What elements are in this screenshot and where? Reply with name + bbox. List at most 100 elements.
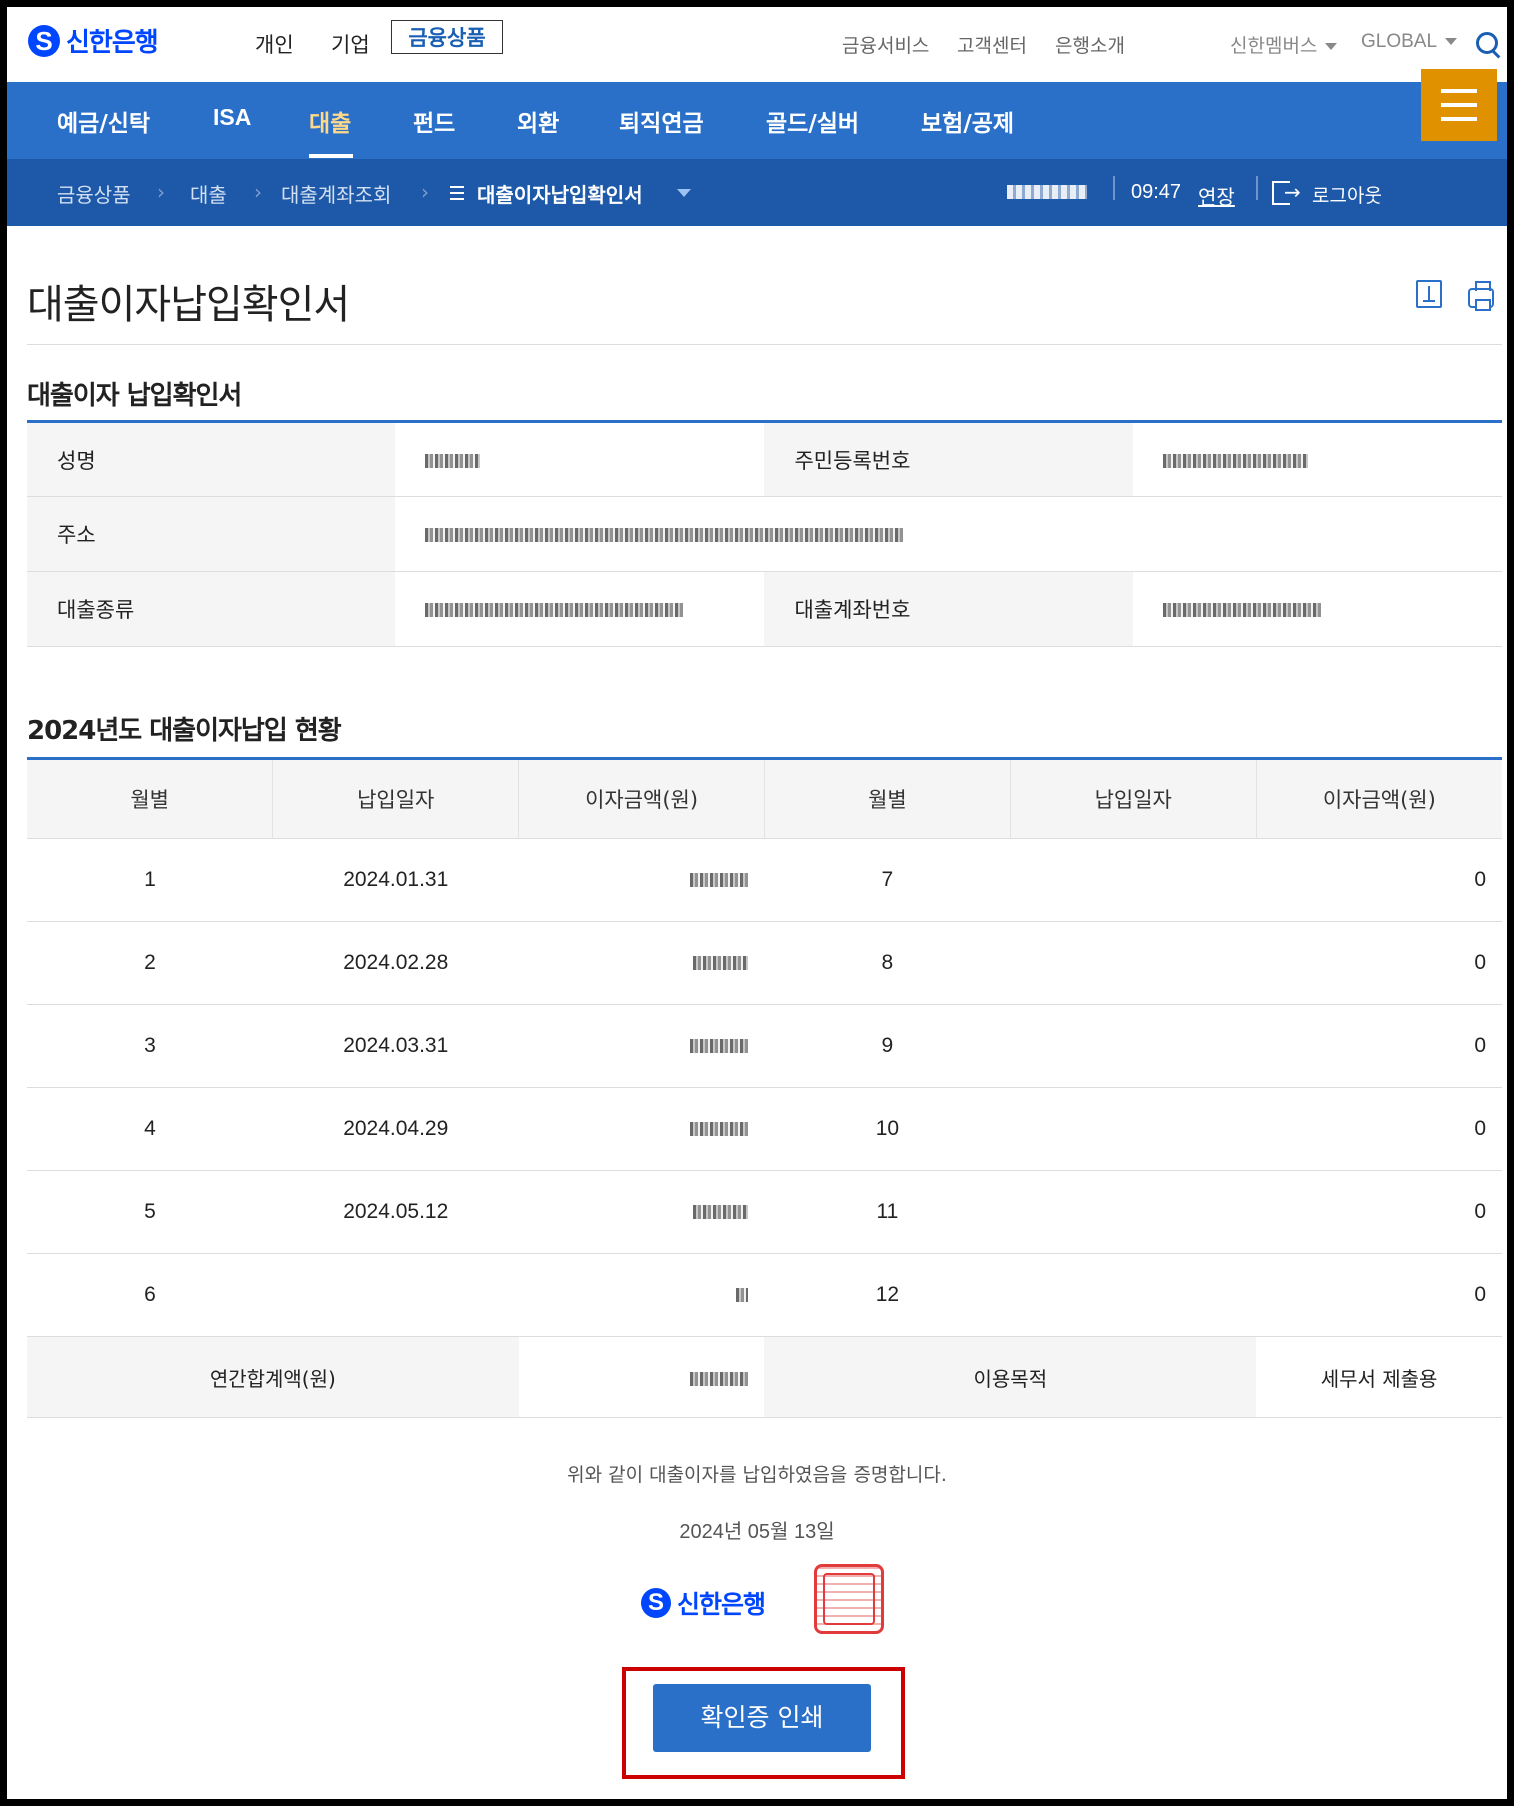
month-cell: 2 — [27, 921, 273, 1005]
loan-account-value — [1132, 571, 1502, 647]
print-certificate-button[interactable]: 확인증 인쇄 — [653, 1684, 871, 1752]
global-label: GLOBAL — [1361, 31, 1438, 52]
chevron-down-icon[interactable] — [677, 189, 691, 197]
summary-row: 연간합계액(원) 이용목적 세무서 제출용 — [27, 1336, 1502, 1418]
table-row: 4 2024.04.29 10 0 — [27, 1087, 1502, 1171]
main-nav: 예금/신탁 ISA 대출 펀드 외환 퇴직연금 골드/실버 보험/공제 — [7, 82, 1507, 159]
brand-name: 신한은행 — [66, 28, 159, 58]
date-cell: 2024.01.31 — [272, 838, 519, 922]
logout-icon[interactable] — [1272, 180, 1301, 205]
nav-item-gold-silver[interactable]: 골드/실버 — [766, 104, 859, 138]
session-timer: 09:47 — [1131, 181, 1182, 203]
brand-logo[interactable]: S 신한은행 — [28, 22, 159, 59]
global-dropdown[interactable]: GLOBAL — [1361, 31, 1458, 53]
loan-account-label: 대출계좌번호 — [764, 571, 1133, 647]
shinhan-logo-icon: S — [28, 24, 60, 57]
column-header: 이자금액(원) — [1256, 758, 1502, 839]
nav-item-insurance[interactable]: 보험/공제 — [921, 104, 1014, 138]
print-icon[interactable] — [1468, 281, 1494, 311]
link-bank-intro[interactable]: 은행소개 — [1055, 31, 1125, 58]
tab-financial-products[interactable]: 금융상품 — [391, 20, 503, 54]
amount-cell: 0 — [1256, 921, 1502, 1005]
date-cell: 2024.04.29 — [272, 1087, 519, 1171]
amount-cell: 0 — [1256, 1087, 1502, 1171]
date-cell — [272, 1253, 519, 1337]
nav-item-loan[interactable]: 대출 — [309, 104, 351, 138]
annual-total-label: 연간합계액(원) — [27, 1336, 519, 1418]
page-title: 대출이자납입확인서 — [27, 282, 350, 328]
tab-personal[interactable]: 개인 — [255, 29, 294, 59]
info-section-title: 대출이자 납입확인서 — [27, 381, 242, 411]
nav-item-forex[interactable]: 외환 — [517, 104, 559, 138]
chevron-right-icon: › — [157, 180, 165, 204]
month-cell: 9 — [764, 1004, 1011, 1088]
breadcrumb-financial-products[interactable]: 금융상품 — [57, 179, 131, 208]
purpose-label: 이용목적 — [764, 1336, 1257, 1418]
table-row: 대출종류 대출계좌번호 — [27, 571, 1502, 647]
rrn-label: 주민등록번호 — [764, 421, 1133, 497]
purpose-value: 세무서 제출용 — [1256, 1336, 1502, 1418]
breadcrumb-current[interactable]: 대출이자납입확인서 — [477, 179, 643, 208]
name-label: 성명 — [27, 421, 396, 497]
top-bar: S 신한은행 개인 기업 금융상품 금융서비스 고객센터 은행소개 신한멤버스 … — [7, 7, 1507, 82]
column-header: 월별 — [764, 758, 1011, 839]
date-cell — [1010, 1253, 1257, 1337]
chevron-down-icon — [1325, 43, 1338, 50]
tab-corporate[interactable]: 기업 — [331, 29, 370, 59]
search-icon[interactable] — [1476, 32, 1498, 54]
amount-cell — [518, 838, 765, 922]
table-header-row: 월별 납입일자 이자금액(원) 월별 납입일자 이자금액(원) — [27, 758, 1502, 839]
link-customer-center[interactable]: 고객센터 — [957, 31, 1027, 58]
address-value — [395, 496, 1502, 572]
nav-item-pension[interactable]: 퇴직연금 — [619, 104, 704, 138]
extend-session-button[interactable]: 연장 — [1198, 181, 1235, 210]
loan-type-value — [395, 571, 765, 647]
name-value — [395, 421, 765, 497]
table-row: 3 2024.03.31 9 0 — [27, 1004, 1502, 1088]
bank-logo: S 신한은행 — [641, 1585, 766, 1621]
table-row: 성명 주민등록번호 — [27, 421, 1502, 497]
date-cell: 2024.05.12 — [272, 1170, 519, 1254]
month-cell: 5 — [27, 1170, 273, 1254]
month-cell: 4 — [27, 1087, 273, 1171]
date-cell — [1010, 1004, 1257, 1088]
month-cell: 12 — [764, 1253, 1011, 1337]
table-row: 1 2024.01.31 7 0 — [27, 838, 1502, 922]
month-cell: 3 — [27, 1004, 273, 1088]
bank-seal-stamp — [814, 1564, 884, 1634]
column-header: 이자금액(원) — [518, 758, 765, 839]
nav-item-isa[interactable]: ISA — [213, 104, 251, 131]
hamburger-menu-icon[interactable] — [1421, 69, 1497, 141]
amount-cell — [518, 1170, 765, 1254]
table-row: 주소 — [27, 496, 1502, 572]
interest-payment-table: 월별 납입일자 이자금액(원) 월별 납입일자 이자금액(원) 1 2024.0… — [27, 757, 1502, 1418]
month-cell: 7 — [764, 838, 1011, 922]
nav-item-fund[interactable]: 펀드 — [413, 104, 455, 138]
month-cell: 6 — [27, 1253, 273, 1337]
page-frame: S 신한은행 개인 기업 금융상품 금융서비스 고객센터 은행소개 신한멤버스 … — [7, 7, 1507, 1799]
link-financial-services[interactable]: 금융서비스 — [842, 31, 929, 58]
date-cell — [1010, 1087, 1257, 1171]
certification-statement: 위와 같이 대출이자를 납입하였음을 증명합니다. — [567, 1464, 947, 1486]
column-header: 월별 — [27, 758, 274, 839]
breadcrumb-loan-account[interactable]: 대출계좌조회 — [281, 179, 391, 208]
amount-cell — [518, 921, 765, 1005]
logout-button[interactable]: 로그아웃 — [1312, 181, 1382, 208]
amount-cell — [518, 1004, 765, 1088]
amount-cell: 0 — [1256, 838, 1502, 922]
date-cell: 2024.03.31 — [272, 1004, 519, 1088]
amount-cell — [518, 1253, 765, 1337]
active-nav-underline — [309, 154, 353, 158]
download-icon[interactable] — [1416, 280, 1442, 308]
amount-cell: 0 — [1256, 1004, 1502, 1088]
date-cell — [1010, 1170, 1257, 1254]
table-row: 6 12 0 — [27, 1253, 1502, 1337]
chevron-down-icon — [1445, 38, 1458, 46]
member-dropdown[interactable]: 신한멤버스 — [1230, 31, 1338, 58]
breadcrumb-loan[interactable]: 대출 — [190, 179, 227, 208]
nav-item-deposit[interactable]: 예금/신탁 — [57, 104, 150, 138]
month-cell: 11 — [764, 1170, 1011, 1254]
column-header: 납입일자 — [272, 758, 520, 839]
chevron-right-icon: › — [421, 180, 429, 204]
date-cell — [1010, 921, 1257, 1005]
